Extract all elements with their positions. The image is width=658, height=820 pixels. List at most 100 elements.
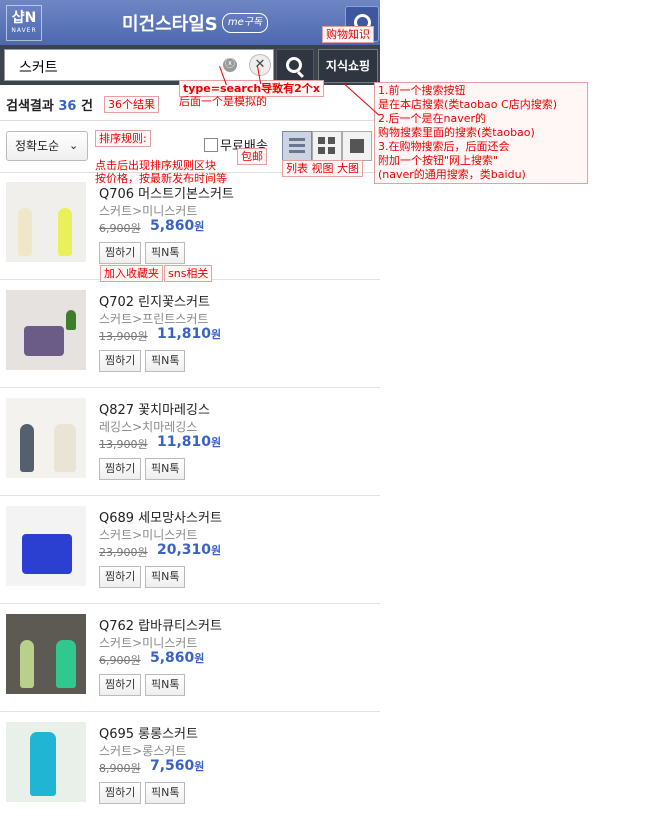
product-category[interactable]: 스커트>미니스커트: [99, 202, 197, 219]
subscribe-badge[interactable]: me구독: [222, 13, 268, 33]
grid-cell: [328, 147, 335, 154]
pick-talk-button[interactable]: 픽N톡: [145, 458, 186, 480]
result-label: 검색결과: [6, 99, 54, 114]
product-name[interactable]: Q695 롱롱스커트: [99, 723, 198, 742]
annotation-line: 是在本店搜索(类taobao C店内搜索): [378, 98, 557, 111]
sale-price-unit: 원: [194, 652, 205, 665]
sale-price-unit: 원: [211, 436, 222, 449]
product-name[interactable]: Q689 세모망사스커트: [99, 507, 222, 526]
model-figure: [20, 640, 34, 688]
product-thumbnail[interactable]: [6, 614, 86, 694]
favorite-button[interactable]: 찜하기: [99, 782, 142, 804]
original-price: 8,900원: [99, 762, 141, 775]
plant: [66, 310, 76, 330]
product-thumbnail[interactable]: [6, 182, 86, 262]
original-price: 23,900원: [99, 546, 148, 559]
model-figure: [20, 424, 34, 472]
model-figure: [56, 640, 76, 688]
sale-price-value: 5,860: [150, 218, 195, 234]
sale-price: 20,310원: [157, 542, 221, 558]
annotation-line: 购物搜索里面的搜索(类taobao): [378, 126, 535, 139]
free-shipping-checkbox[interactable]: [204, 138, 218, 152]
list-line: [289, 144, 305, 147]
result-summary: 검색결과 36 건: [6, 95, 93, 114]
favorite-button[interactable]: 찜하기: [99, 566, 142, 588]
list-view-button[interactable]: [282, 131, 312, 161]
sale-price-unit: 원: [211, 328, 222, 341]
sale-price-value: 5,860: [150, 650, 195, 666]
annotation-fake-note: 后面一个是模拟的: [179, 95, 267, 108]
list-line: [289, 138, 305, 141]
shopn-logo[interactable]: 샵N NAVER: [6, 5, 42, 41]
annotation-sort-detail-1: 点击后出现排序规则区块: [95, 159, 216, 172]
product-item[interactable]: Q762 랍바큐티스커트 스커트>미니스커트 6,900원 5,860원 찜하기…: [0, 604, 380, 712]
sale-price: 5,860원: [150, 218, 204, 234]
product-category[interactable]: 스커트>미니스커트: [99, 634, 197, 651]
native-clear-icon[interactable]: ⓧ: [223, 58, 237, 72]
grid-view-button[interactable]: [312, 131, 342, 161]
product-item[interactable]: Q827 꽃치마레깅스 레깅스>치마레깅스 13,900원 11,810원 찜하…: [0, 388, 380, 496]
annotation-line: 2.后一个是在naver的: [378, 112, 487, 125]
original-price: 6,900원: [99, 222, 141, 235]
favorite-button[interactable]: 찜하기: [99, 242, 142, 264]
large-view-icon: [350, 139, 364, 153]
sale-price: 11,810원: [157, 434, 221, 450]
product-name[interactable]: Q827 꽃치마레깅스: [99, 399, 210, 418]
product-thumbnail[interactable]: [6, 398, 86, 478]
pick-talk-button[interactable]: 픽N톡: [145, 242, 186, 264]
pick-talk-button[interactable]: 픽N톡: [145, 674, 186, 696]
knowledge-shopping-button[interactable]: 지식쇼핑: [318, 49, 378, 83]
sale-price-unit: 원: [211, 544, 222, 557]
annotation-line: 3.在购物搜索后，后面还会: [378, 140, 510, 153]
search-icon: [286, 57, 302, 73]
divider: [0, 120, 380, 121]
favorite-button[interactable]: 찜하기: [99, 674, 142, 696]
large-view-button[interactable]: [342, 131, 372, 161]
product-name[interactable]: Q762 랍바큐티스커트: [99, 615, 222, 634]
store-title: 미건스타일S: [122, 14, 218, 35]
product-category[interactable]: 레깅스>치마레깅스: [99, 418, 197, 435]
pick-talk-button[interactable]: 픽N톡: [145, 566, 186, 588]
original-price: 13,900원: [99, 330, 148, 343]
sale-price-value: 11,810: [157, 326, 212, 342]
annotation-line: (naver的通用搜索，类baidu): [378, 168, 526, 181]
logo-sub: NAVER: [11, 27, 37, 34]
store-search-button[interactable]: [276, 49, 314, 83]
pick-talk-button[interactable]: 픽N톡: [145, 350, 186, 372]
logo-main: 샵N: [11, 10, 37, 26]
search-input[interactable]: 스커트 ⓧ ✕: [4, 49, 274, 81]
grid-cell: [318, 137, 325, 144]
mobile-shop-app: 샵N NAVER 미건스타일S me구독 스커트 ⓧ ✕ 지식쇼핑 검색결과 3…: [0, 0, 380, 817]
pick-talk-button[interactable]: 픽N톡: [145, 782, 186, 804]
sort-dropdown[interactable]: 정확도순 ⌄: [6, 131, 88, 161]
annotation-line: 1.前一个搜索按钮: [378, 84, 466, 97]
sale-price: 5,860원: [150, 650, 204, 666]
original-price: 6,900원: [99, 654, 141, 667]
favorite-button[interactable]: 찜하기: [99, 350, 142, 372]
product-name[interactable]: Q702 린지꽃스커트: [99, 291, 210, 310]
floral-skirt: [24, 326, 64, 356]
product-item[interactable]: Q689 세모망사스커트 스커트>미니스커트 23,900원 20,310원 찜…: [0, 496, 380, 604]
sale-price-value: 11,810: [157, 434, 212, 450]
product-thumbnail[interactable]: [6, 722, 86, 802]
product-category[interactable]: 스커트>프린트스커트: [99, 310, 208, 327]
product-thumbnail[interactable]: [6, 506, 86, 586]
product-name[interactable]: Q706 머스트기본스커트: [99, 183, 234, 202]
model-figure: [18, 208, 32, 256]
product-item[interactable]: Q695 롱롱스커트 스커트>롱스커트 8,900원 7,560원 찜하기 픽N…: [0, 712, 380, 820]
product-category[interactable]: 스커트>롱스커트: [99, 742, 186, 759]
favorite-button[interactable]: 찜하기: [99, 458, 142, 480]
chevron-down-icon: ⌄: [69, 139, 79, 152]
product-item[interactable]: Q702 린지꽃스커트 스커트>프린트스커트 13,900원 11,810원 찜…: [0, 280, 380, 388]
search-query: 스커트: [19, 60, 58, 76]
product-category[interactable]: 스커트>미니스커트: [99, 526, 197, 543]
product-item[interactable]: Q706 머스트기본스커트 스커트>미니스커트 6,900원 5,860원 찜하…: [0, 172, 380, 280]
product-thumbnail[interactable]: [6, 290, 86, 370]
sale-price-value: 20,310: [157, 542, 212, 558]
sale-price-value: 7,560: [150, 758, 195, 774]
custom-clear-icon[interactable]: ✕: [249, 54, 271, 76]
result-count: 36: [58, 99, 77, 114]
annotation-sns: sns相关: [164, 265, 213, 282]
annotation-free-ship: 包邮: [237, 148, 267, 165]
grid-cell: [318, 147, 325, 154]
